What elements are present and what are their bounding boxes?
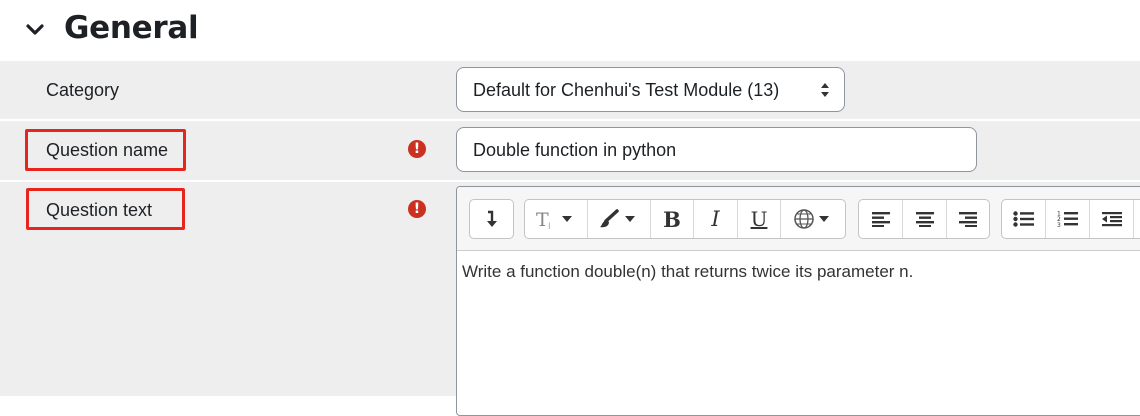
ordered-list-button[interactable]: 1 2 3 — [1046, 200, 1090, 238]
question-text-content[interactable]: Write a function double(n) that returns … — [462, 262, 913, 282]
align-center-icon — [915, 212, 934, 227]
question-name-value: Double function in python — [473, 140, 677, 160]
chevron-down-icon[interactable] — [24, 19, 46, 41]
outdent-button[interactable] — [1090, 200, 1134, 238]
collapse-toolbar-button[interactable] — [470, 200, 513, 238]
section-header: General — [0, 0, 1140, 61]
align-right-button[interactable] — [947, 200, 989, 238]
indent-button[interactable] — [1134, 200, 1140, 238]
text-color-button[interactable] — [588, 200, 651, 238]
font-style-button[interactable]: T I — [525, 200, 588, 238]
toolbar-group-align — [858, 199, 990, 239]
underline-icon: U — [750, 207, 768, 231]
category-select-value: Default for Chenhui's Test Module (13) — [473, 80, 780, 100]
section-title: General — [64, 10, 199, 46]
paintbrush-icon — [600, 209, 635, 228]
language-icon — [794, 209, 829, 229]
toolbar-group-lists: 1 2 3 — [1001, 199, 1140, 239]
svg-text:I: I — [548, 222, 551, 231]
language-button[interactable] — [781, 200, 845, 238]
bold-button[interactable]: B — [651, 200, 694, 238]
font-style-icon: T I — [536, 209, 572, 231]
question-name-highlight — [25, 129, 186, 171]
unordered-list-icon — [1012, 211, 1034, 227]
collapse-icon — [486, 210, 497, 227]
select-arrows-icon — [821, 83, 829, 97]
editor-toolbar: T I B I U 1 2 3 — [457, 187, 1140, 251]
align-left-icon — [871, 212, 890, 227]
outdent-icon — [1101, 212, 1122, 227]
toolbar-group-collapse — [469, 199, 514, 239]
required-icon: ! — [408, 140, 426, 158]
required-icon: ! — [408, 200, 426, 218]
underline-button[interactable]: U — [738, 200, 781, 238]
align-left-button[interactable] — [859, 200, 903, 238]
svg-text:3: 3 — [1057, 222, 1061, 228]
ordered-list-icon: 1 2 3 — [1057, 211, 1078, 228]
category-select[interactable]: Default for Chenhui's Test Module (13) — [456, 67, 845, 112]
italic-button[interactable]: I — [694, 200, 738, 238]
question-text-editor[interactable]: T I B I U 1 2 3 Write a function double(… — [456, 186, 1140, 416]
align-center-button[interactable] — [903, 200, 947, 238]
italic-icon: I — [711, 207, 720, 231]
category-label: Category — [46, 80, 120, 100]
question-text-highlight — [26, 188, 185, 230]
toolbar-group-format: T I B I U — [524, 199, 846, 239]
question-name-input[interactable]: Double function in python — [456, 127, 977, 172]
category-row: Category Default for Chenhui's Test Modu… — [0, 61, 1140, 119]
unordered-list-button[interactable] — [1002, 200, 1046, 238]
bold-icon: B — [663, 206, 681, 232]
align-right-icon — [959, 212, 977, 227]
